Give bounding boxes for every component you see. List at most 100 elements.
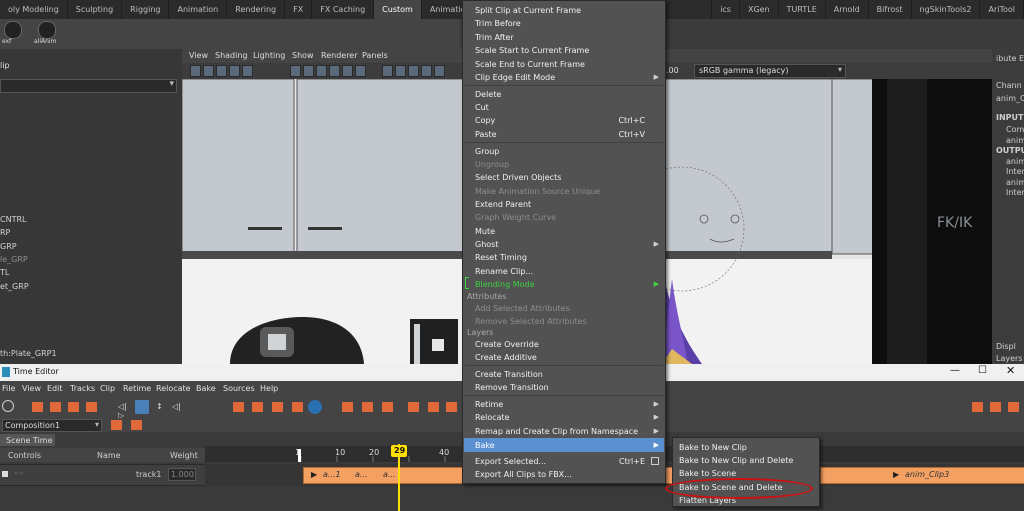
minimize-icon[interactable]: —: [950, 365, 960, 376]
shelf-tab-sculpting[interactable]: Sculpting: [68, 0, 123, 19]
menu-item-blending-mode[interactable]: Blending Mode: [475, 280, 535, 289]
gate-mask-icon[interactable]: [329, 65, 340, 77]
new-composition-icon[interactable]: [111, 420, 122, 430]
field-chart-icon[interactable]: [342, 65, 353, 77]
te-menu-bake[interactable]: Bake: [196, 384, 216, 393]
viewport-menu-shading[interactable]: Shading: [215, 51, 248, 60]
bake-icon[interactable]: [428, 402, 439, 412]
shelf-tab-bifrost[interactable]: Bifrost: [869, 0, 912, 19]
ungroup-clips-icon[interactable]: [86, 402, 97, 412]
shelf-tab-rigging[interactable]: Rigging: [122, 0, 170, 19]
image-plane-icon[interactable]: [242, 65, 253, 77]
solo-track-icon[interactable]: ◦◦: [14, 469, 23, 478]
shelf-tab-arnold[interactable]: Arnold: [826, 0, 869, 19]
key-selected-icon[interactable]: [252, 402, 263, 412]
film-gate-icon[interactable]: [303, 65, 314, 77]
menu-item-scale-end[interactable]: Scale End to Current Frame: [475, 60, 585, 69]
shelf-tab-custom[interactable]: Custom: [374, 0, 422, 19]
current-time-marker[interactable]: 29: [391, 445, 407, 457]
trim-mode-icon[interactable]: ◁|▷: [118, 402, 129, 420]
textured-icon[interactable]: [408, 65, 419, 77]
menu-item-relocate[interactable]: Relocate: [475, 413, 510, 422]
select-camera-icon[interactable]: [203, 65, 214, 77]
outliner-dropdown[interactable]: [0, 79, 177, 93]
track-weight-field[interactable]: 1.000: [168, 468, 196, 481]
move-mode-icon[interactable]: [135, 400, 149, 414]
menu-item-retime[interactable]: Retime: [475, 400, 503, 409]
menu-item-select-driven-objects[interactable]: Select Driven Objects: [475, 173, 561, 182]
menu-item-ghost[interactable]: Ghost: [475, 240, 498, 249]
colorspace-dropdown[interactable]: sRGB gamma (legacy) ▾: [694, 64, 846, 78]
exf-shelf-icon[interactable]: [4, 21, 22, 39]
mute-all-icon[interactable]: [2, 400, 14, 412]
shelf-tab-rendering[interactable]: Rendering: [227, 0, 286, 19]
outliner-item[interactable]: le_GRP: [0, 255, 28, 264]
menu-item-cut[interactable]: Cut: [475, 103, 489, 112]
shelf-tab-ngskintools2[interactable]: ngSkinTools2: [912, 0, 981, 19]
viewport-menu-panels[interactable]: Panels: [362, 51, 388, 60]
timewarp-icon[interactable]: [308, 400, 322, 414]
wireframe-icon[interactable]: [382, 65, 393, 77]
clip-label[interactable]: a...1: [323, 470, 341, 479]
te-menu-tracks[interactable]: Tracks: [70, 384, 95, 393]
export-options-box-icon[interactable]: [651, 457, 659, 465]
shelf-tab-xgen[interactable]: XGen: [740, 0, 779, 19]
submenu-item-bake-to-new-clip-and-delete[interactable]: Bake to New Clip and Delete: [679, 456, 793, 465]
add-track-icon[interactable]: [50, 402, 61, 412]
frame-selection-icon[interactable]: [990, 402, 1001, 412]
mute-track-checkbox[interactable]: [2, 471, 8, 477]
te-menu-help[interactable]: Help: [260, 384, 278, 393]
viewport-menu-show[interactable]: Show: [292, 51, 314, 60]
relocate-icon[interactable]: [342, 402, 353, 412]
export-icon[interactable]: [408, 402, 419, 412]
frame-all-icon[interactable]: [972, 402, 983, 412]
resolution-gate-icon[interactable]: [316, 65, 327, 77]
output-item[interactable]: anim: [1006, 178, 1024, 187]
safe-action-icon[interactable]: [355, 65, 366, 77]
lights-icon[interactable]: [421, 65, 432, 77]
menu-item-bake[interactable]: Bake: [475, 441, 495, 450]
layers-tab[interactable]: Layers: [996, 354, 1022, 363]
submenu-item-bake-to-scene[interactable]: Bake to Scene: [679, 469, 736, 478]
ghost-icon[interactable]: [272, 402, 283, 412]
input-item[interactable]: Com: [1006, 125, 1024, 134]
shelf-tab-poly-modeling[interactable]: oly Modeling: [0, 0, 68, 19]
shelf-tab-aritool[interactable]: AriTool: [980, 0, 1024, 19]
submenu-item-bake-to-new-clip[interactable]: Bake to New Clip: [679, 443, 747, 452]
channel-node[interactable]: anim_C: [996, 94, 1024, 103]
viewport-menu-renderer[interactable]: Renderer: [321, 51, 358, 60]
smooth-shade-icon[interactable]: [395, 65, 406, 77]
shelf-tab-fx[interactable]: FX: [285, 0, 313, 19]
menu-item-remove-transition[interactable]: Remove Transition: [475, 383, 549, 392]
menu-item-trim-after[interactable]: Trim After: [475, 33, 514, 42]
te-menu-edit[interactable]: Edit: [47, 384, 63, 393]
lock-camera-icon[interactable]: [216, 65, 227, 77]
shadows-icon[interactable]: [434, 65, 445, 77]
outliner-item[interactable]: CNTRL: [0, 215, 26, 224]
clip-label[interactable]: anim_Clip3: [905, 470, 949, 479]
input-item[interactable]: anim: [1006, 136, 1024, 145]
menu-item-mute[interactable]: Mute: [475, 227, 495, 236]
te-menu-file[interactable]: File: [2, 384, 15, 393]
menu-item-split-clip[interactable]: Split Clip at Current Frame: [475, 6, 581, 15]
menu-item-delete[interactable]: Delete: [475, 90, 501, 99]
output-item[interactable]: Inter: [1006, 167, 1024, 176]
menu-item-clip-edge-edit-mode[interactable]: Clip Edge Edit Mode: [475, 73, 555, 82]
menu-item-export-selected[interactable]: Export Selected...: [475, 457, 546, 466]
menu-item-rename-clip[interactable]: Rename Clip...: [475, 267, 533, 276]
track-row[interactable]: ◦◦ track1 1.000: [0, 464, 205, 486]
snap-icon[interactable]: [292, 402, 303, 412]
grid-icon[interactable]: [290, 65, 301, 77]
scene-time-tab[interactable]: Scene Time: [0, 434, 55, 446]
add-clip-icon[interactable]: [32, 402, 43, 412]
duplicate-composition-icon[interactable]: [131, 420, 142, 430]
te-menu-view[interactable]: View: [22, 384, 41, 393]
menu-item-group[interactable]: Group: [475, 147, 499, 156]
outliner-item[interactable]: GRP: [0, 242, 17, 251]
output-item[interactable]: Inter: [1006, 188, 1024, 197]
frame-playback-icon[interactable]: [1008, 402, 1019, 412]
menu-item-reset-timing[interactable]: Reset Timing: [475, 253, 527, 262]
shelf-tab-animation[interactable]: Animation: [169, 0, 228, 19]
menu-item-scale-start[interactable]: Scale Start to Current Frame: [475, 46, 589, 55]
outliner-item[interactable]: et_GRP: [0, 282, 29, 291]
